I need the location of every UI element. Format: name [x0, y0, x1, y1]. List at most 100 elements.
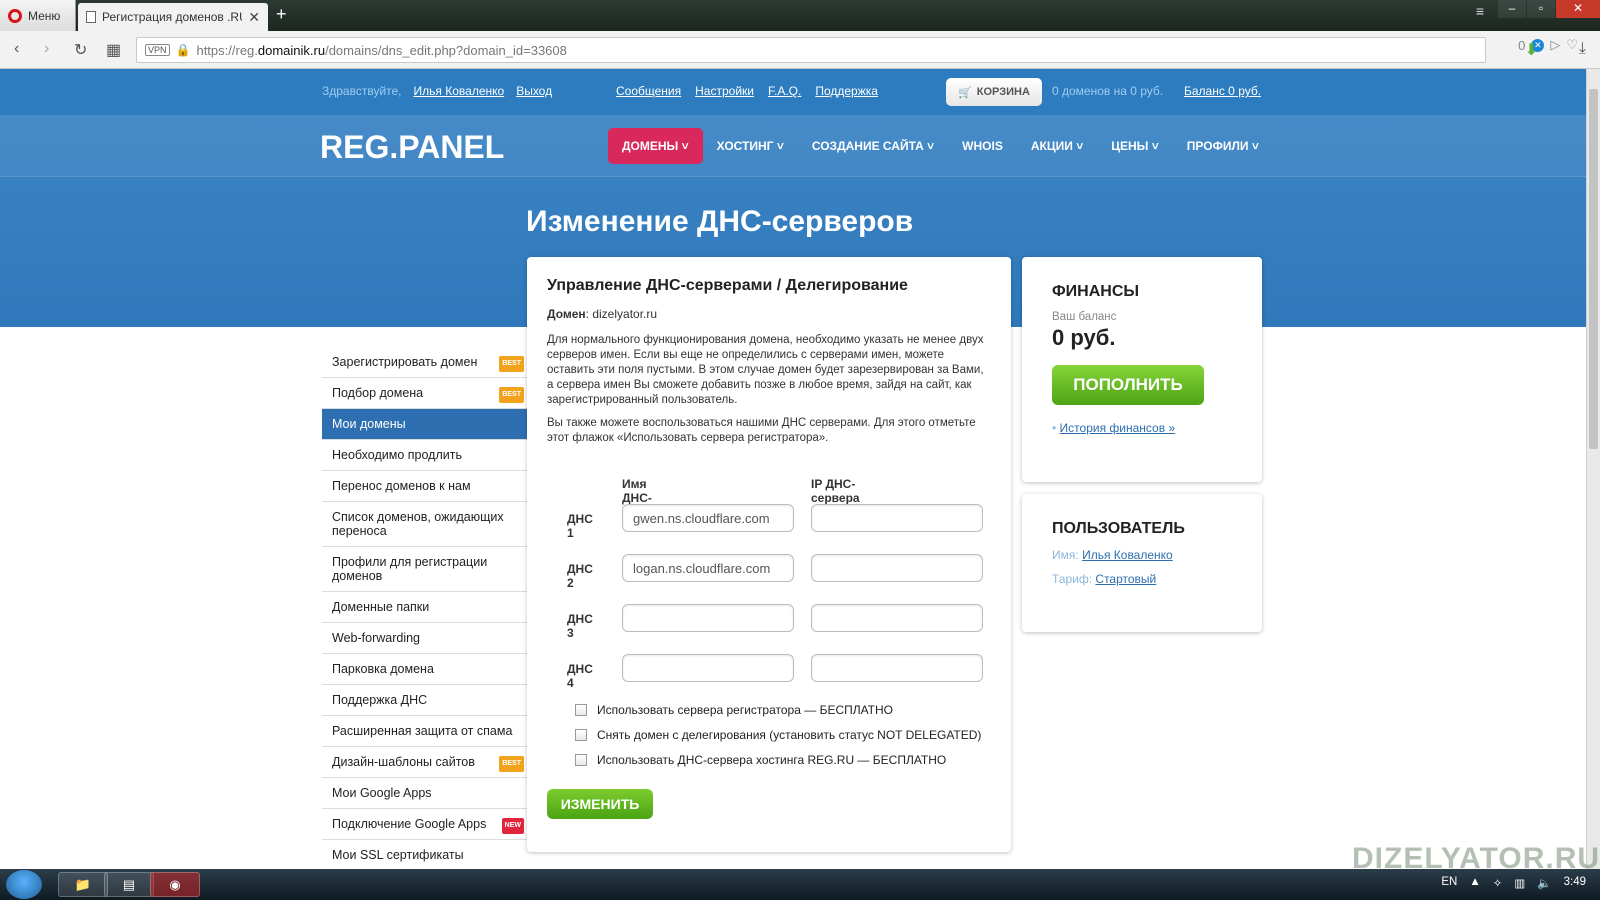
maximize-icon[interactable]: ▫	[1527, 0, 1555, 18]
minimize-icon[interactable]: –	[1498, 0, 1526, 18]
sidebar-item[interactable]: Мои Google Apps	[322, 778, 528, 809]
url-field[interactable]: VPN 🔒 https://reg.domainik.ru/domains/dn…	[136, 37, 1486, 63]
tariff-link[interactable]: Стартовый	[1095, 572, 1156, 586]
user-name-link[interactable]: Илья Коваленко	[414, 84, 505, 98]
sidebar-item[interactable]: Перенос доменов к нам	[322, 471, 528, 502]
balance-label: Ваш баланс	[1052, 311, 1117, 323]
page-scrollbar[interactable]	[1586, 69, 1600, 869]
balance-link[interactable]: Баланс 0 руб.	[1184, 84, 1261, 98]
start-button-icon[interactable]	[6, 870, 42, 899]
dns-2-ip-input[interactable]	[811, 554, 983, 582]
sidebar-item[interactable]: Зарегистрировать домен BEST	[322, 347, 528, 378]
checkbox-label: Использовать сервера регистратора — БЕСП…	[597, 702, 894, 717]
dns-1-label: ДНС 1	[567, 512, 593, 540]
network-icon[interactable]: ▥	[1514, 876, 1525, 890]
browser-menu-button[interactable]: Меню	[0, 0, 76, 31]
user-title: ПОЛЬЗОВАТЕЛЬ	[1052, 520, 1185, 537]
sidebar-item-label: Web-forwarding	[332, 631, 421, 645]
sidebar-item-label: Расширенная защита от спама	[332, 724, 513, 738]
forward-icon[interactable]: ›	[44, 40, 49, 58]
undelegate-option[interactable]: Снять домен с делегирования (установить …	[575, 722, 981, 747]
site-logo[interactable]: REG.PANEL	[320, 129, 504, 166]
messages-link[interactable]: Сообщения	[616, 84, 681, 98]
nav-prices[interactable]: ЦЕНЫ ˅	[1097, 128, 1173, 164]
sidebar-item[interactable]: Подключение Google Apps NEW	[322, 809, 528, 840]
window-close-icon[interactable]: ✕	[1556, 0, 1600, 18]
dns-2-name-input[interactable]	[622, 554, 794, 582]
use-hosting-dns-option[interactable]: Использовать ДНС-сервера хостинга REG.RU…	[575, 747, 981, 772]
support-link[interactable]: Поддержка	[815, 84, 878, 98]
user-name-card-link[interactable]: Илья Коваленко	[1082, 548, 1173, 562]
dns-4-name-input[interactable]	[622, 654, 794, 682]
use-registrar-servers-option[interactable]: Использовать сервера регистратора — БЕСП…	[575, 697, 981, 722]
extension-download-icon[interactable]: ⬇	[1525, 40, 1538, 60]
scrollbar-thumb[interactable]	[1589, 89, 1598, 449]
sidebar-item[interactable]: Web-forwarding	[322, 623, 528, 654]
opera-taskbar-icon[interactable]: ◉	[150, 872, 200, 897]
domain-value: dizelyator.ru	[592, 307, 658, 321]
back-icon[interactable]: ‹	[14, 40, 19, 58]
settings-link[interactable]: Настройки	[695, 84, 754, 98]
sidebar-badge: BEST	[499, 356, 524, 372]
site-top-bar: Здравствуйте, Илья Коваленко Выход Сообщ…	[0, 69, 1586, 115]
speed-dial-icon[interactable]: ▦	[106, 40, 121, 60]
nav-whois[interactable]: WHOIS	[948, 128, 1017, 164]
send-icon[interactable]: ▷	[1550, 37, 1560, 53]
browser-tab[interactable]: Регистрация доменов .RU ✕	[78, 3, 268, 31]
top-up-button[interactable]: ПОПОЛНИТЬ	[1052, 365, 1204, 405]
language-indicator[interactable]: EN	[1441, 876, 1457, 890]
sidebar-item-label: Профили для регистрации доменов	[332, 555, 488, 583]
vpn-badge[interactable]: VPN	[145, 44, 170, 56]
nav-promos[interactable]: АКЦИИ ˅	[1017, 128, 1097, 164]
sidebar-item[interactable]: Доменные папки	[322, 592, 528, 623]
sidebar-item-label: Необходимо продлить	[332, 448, 462, 462]
sidebar-item[interactable]: Мои SSL сертификаты	[322, 840, 528, 871]
logout-link[interactable]: Выход	[516, 84, 552, 98]
reload-icon[interactable]: ↻	[74, 40, 87, 60]
dns-3-name-input[interactable]	[622, 604, 794, 632]
sidebar-item[interactable]: Расширенная защита от спама	[322, 716, 528, 747]
dns-4-ip-input[interactable]	[811, 654, 983, 682]
explorer-taskbar-icon[interactable]: 📁	[58, 872, 108, 897]
dropbox-icon[interactable]: ✧	[1493, 876, 1503, 890]
dns-1-ip-input[interactable]	[811, 504, 983, 532]
use-hosting-dns-checkbox[interactable]	[575, 753, 587, 766]
checkbox-label: Использовать ДНС-сервера хостинга REG.RU…	[597, 752, 947, 767]
undelegate-checkbox[interactable]	[575, 728, 587, 741]
sidebar-item[interactable]: Необходимо продлить	[322, 440, 528, 471]
use-registrar-servers-checkbox[interactable]	[575, 703, 587, 716]
faq-link[interactable]: F.A.Q.	[768, 84, 801, 98]
finance-card: ФИНАНСЫ Ваш баланс 0 руб. ПОПОЛНИТЬ • Ис…	[1022, 257, 1262, 482]
change-button[interactable]: ИЗМЕНИТЬ	[547, 789, 653, 819]
new-tab-icon[interactable]: +	[276, 4, 287, 25]
page-title: Изменение ДНС-серверов	[526, 205, 914, 238]
sidebar-item[interactable]: Профили для регистрации доменов	[322, 547, 528, 592]
sidebar-item[interactable]: Поддержка ДНС	[322, 685, 528, 716]
tray-expand-icon[interactable]: ▲	[1469, 876, 1480, 890]
sidebar-item[interactable]: Парковка домена	[322, 654, 528, 685]
sidebar-item[interactable]: Дизайн-шаблоны сайтов BEST	[322, 747, 528, 778]
notepad-taskbar-icon[interactable]: ▤	[104, 872, 154, 897]
tab-menu-icon[interactable]: ≡	[1476, 3, 1484, 19]
opera-logo-icon	[8, 8, 22, 23]
browser-address-bar: ‹ › ↻ ▦ VPN 🔒 https://reg.domainik.ru/do…	[0, 31, 1600, 69]
sidebar-item[interactable]: Подбор домена BEST	[322, 378, 528, 409]
close-tab-icon[interactable]: ✕	[248, 9, 260, 26]
nav-profiles[interactable]: ПРОФИЛИ ˅	[1173, 128, 1273, 164]
bookmark-heart-icon[interactable]: ♡	[1566, 37, 1578, 53]
cart-button[interactable]: 🛒 КОРЗИНА	[946, 78, 1042, 106]
downloads-icon[interactable]: ⤓	[1579, 40, 1586, 58]
sidebar-item[interactable]: Список доменов, ожидающих переноса	[322, 502, 528, 547]
clock[interactable]: 3:49	[1564, 876, 1586, 890]
volume-icon[interactable]: 🔈	[1537, 876, 1551, 890]
sidebar-item[interactable]: Мои домены	[322, 409, 542, 440]
lock-icon[interactable]: 🔒	[176, 43, 191, 57]
nav-domains[interactable]: ДОМЕНЫ ˅	[608, 128, 703, 164]
user-greeting: Здравствуйте, Илья Коваленко Выход	[322, 84, 552, 98]
finance-history-link[interactable]: История финансов »	[1060, 421, 1176, 435]
nav-hosting[interactable]: ХОСТИНГ ˅	[703, 128, 798, 164]
browser-tab-bar: Меню Регистрация доменов .RU ✕ + ≡ – ▫ ✕	[0, 0, 1600, 31]
dns-3-ip-input[interactable]	[811, 604, 983, 632]
dns-1-name-input[interactable]	[622, 504, 794, 532]
nav-site-builder[interactable]: СОЗДАНИЕ САЙТА ˅	[798, 128, 948, 164]
